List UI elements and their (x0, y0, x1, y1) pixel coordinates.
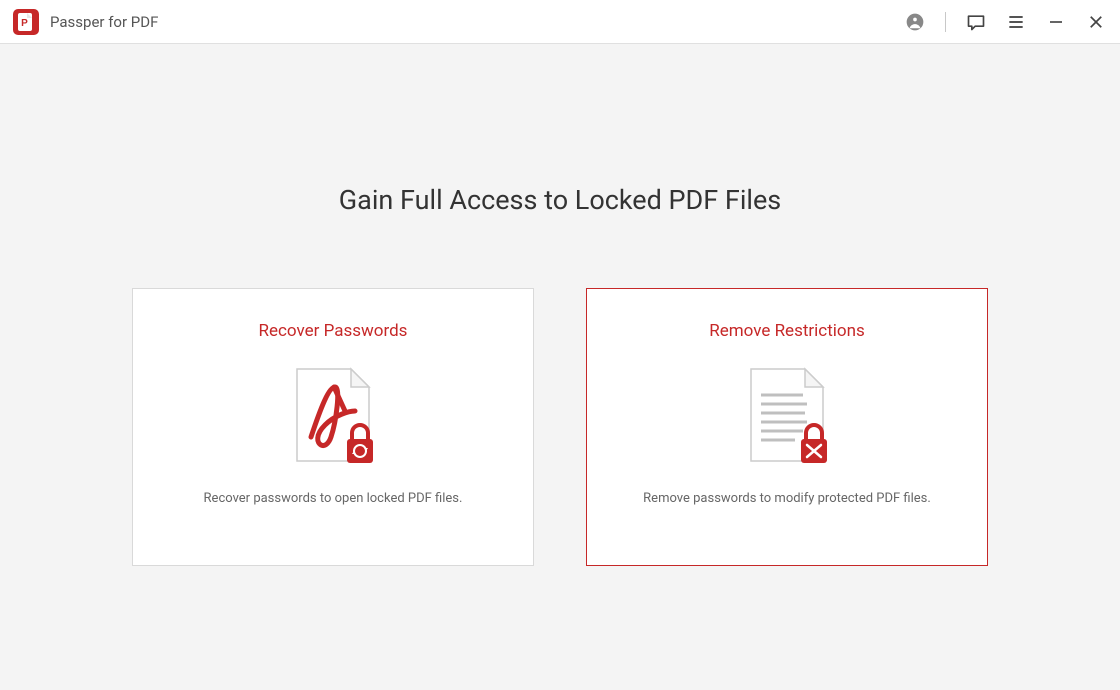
svg-text:P: P (21, 18, 28, 29)
titlebar-right (905, 12, 1106, 32)
titlebar: P Passper for PDF (0, 0, 1120, 44)
card-title: Remove Restrictions (709, 321, 865, 341)
app-title: Passper for PDF (50, 13, 158, 31)
divider (945, 12, 946, 32)
close-icon[interactable] (1086, 12, 1106, 32)
doc-lock-remove-icon (745, 367, 829, 467)
card-title: Recover Passwords (259, 321, 408, 341)
remove-restrictions-card[interactable]: Remove Restrictions (586, 288, 988, 566)
page-headline: Gain Full Access to Locked PDF Files (339, 184, 781, 216)
pdf-lock-sync-icon (291, 367, 375, 467)
account-icon[interactable] (905, 12, 925, 32)
card-description: Remove passwords to modify protected PDF… (643, 491, 931, 506)
minimize-icon[interactable] (1046, 12, 1066, 32)
option-cards: Recover Passwords (132, 288, 988, 566)
feedback-icon[interactable] (966, 12, 986, 32)
main-content: Gain Full Access to Locked PDF Files Rec… (0, 44, 1120, 566)
app-logo-icon: P (12, 8, 40, 36)
titlebar-left: P Passper for PDF (12, 8, 158, 36)
recover-passwords-card[interactable]: Recover Passwords (132, 288, 534, 566)
menu-icon[interactable] (1006, 12, 1026, 32)
card-description: Recover passwords to open locked PDF fil… (204, 491, 463, 506)
